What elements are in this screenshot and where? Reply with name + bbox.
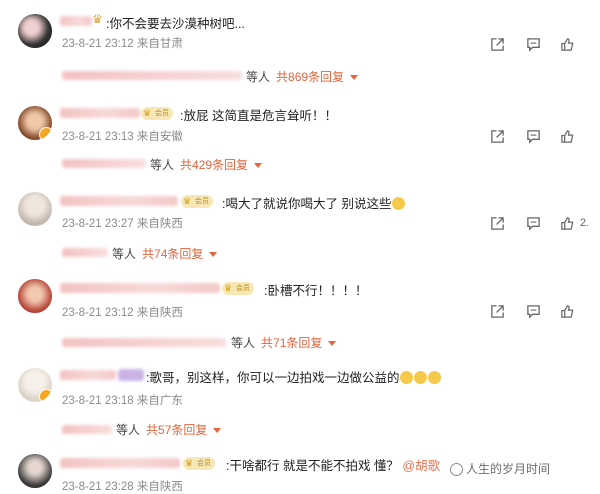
- share-icon[interactable]: [490, 304, 505, 319]
- comment-text: :放屁 这简直是危言耸听！！: [180, 109, 337, 123]
- avatar[interactable]: [18, 14, 52, 48]
- chevron-down-icon: [209, 252, 218, 258]
- avatar[interactable]: [18, 279, 52, 313]
- comment-meta: 23-8-21 23:12 来自陕西: [62, 307, 183, 319]
- chevron-down-icon: [328, 341, 337, 347]
- username[interactable]: [60, 283, 220, 293]
- username[interactable]: [60, 16, 92, 26]
- comment-text: :喝大了就说你喝大了 别说这些: [222, 193, 406, 212]
- emoji-icon: [414, 371, 428, 384]
- emoji-icon: [392, 197, 406, 210]
- reply-summary[interactable]: 等人 共869条回复: [246, 68, 359, 85]
- comment-meta: 23-8-21 23:13 来自安徽: [62, 131, 183, 143]
- avatar[interactable]: [18, 106, 52, 140]
- avatar[interactable]: [18, 454, 52, 488]
- vip-badge: 会员: [181, 195, 213, 208]
- username[interactable]: [60, 196, 178, 206]
- comment-icon[interactable]: [526, 216, 541, 231]
- like-icon[interactable]: [560, 216, 575, 231]
- comment-icon[interactable]: [526, 37, 541, 52]
- verified-badge-icon: [39, 127, 52, 140]
- crown-icon: ♛: [92, 12, 103, 26]
- comment-text: :干啥都行 就是不能不拍戏 懂？ @胡歌: [226, 459, 441, 473]
- action-icons: [490, 304, 600, 320]
- username[interactable]: [60, 370, 116, 380]
- reply-summary[interactable]: 等人 共71条回复: [231, 334, 337, 351]
- comment-meta: 23-8-21 23:12 来自甘肃: [62, 38, 183, 50]
- vip-badge: 会员: [222, 282, 254, 295]
- comment-icon[interactable]: [526, 304, 541, 319]
- reply-summary[interactable]: 等人 共74条回复: [112, 245, 218, 262]
- watermark: 人生的岁月时间: [450, 460, 550, 477]
- comment-meta: 23-8-21 23:18 来自广东: [62, 395, 183, 407]
- comment-text: :卧槽不行！！！！: [264, 284, 368, 298]
- replier-names: [62, 338, 226, 347]
- like-count: 2.: [580, 217, 590, 229]
- vip-badge: 会员: [183, 457, 215, 470]
- replier-names: [62, 159, 146, 168]
- mention-link[interactable]: @胡歌: [402, 459, 440, 473]
- replier-names: [62, 248, 108, 257]
- verified-badge-icon: [39, 389, 52, 402]
- like-icon[interactable]: [560, 37, 575, 52]
- share-icon[interactable]: [490, 37, 505, 52]
- reply-summary[interactable]: 等人 共57条回复: [116, 421, 222, 438]
- emoji-icon: [428, 371, 442, 384]
- comment-text: :歌哥，别这样，你可以一边拍戏一边做公益的: [146, 367, 442, 386]
- chevron-down-icon: [213, 428, 222, 434]
- action-icons: [490, 37, 600, 53]
- reply-summary[interactable]: 等人 共429条回复: [150, 156, 263, 173]
- vip-badge: 会员: [141, 107, 173, 120]
- like-icon[interactable]: [560, 129, 575, 144]
- comment-meta: 23-8-21 23:27 来自陕西: [62, 218, 183, 230]
- platform-logo-icon: [450, 463, 463, 476]
- like-icon[interactable]: [560, 304, 575, 319]
- emoji-icon: [400, 371, 414, 384]
- avatar[interactable]: [18, 368, 52, 402]
- action-icons: 2.: [490, 216, 600, 232]
- share-icon[interactable]: [490, 216, 505, 231]
- avatar[interactable]: [18, 192, 52, 226]
- username[interactable]: [60, 458, 180, 468]
- comment-text: :你不会要去沙漠种树吧...: [106, 17, 245, 31]
- badge-blur: [118, 369, 144, 381]
- username[interactable]: [60, 108, 140, 118]
- comment-icon[interactable]: [526, 129, 541, 144]
- share-icon[interactable]: [490, 129, 505, 144]
- replier-names: [62, 71, 242, 80]
- replier-names: [62, 425, 112, 434]
- chevron-down-icon: [350, 75, 359, 81]
- action-icons: [490, 129, 600, 145]
- chevron-down-icon: [254, 163, 263, 169]
